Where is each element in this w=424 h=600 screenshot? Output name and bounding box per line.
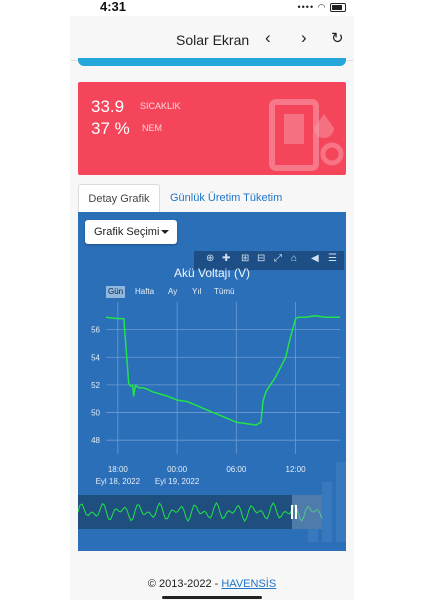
- page-title: Solar Ekran: [176, 32, 250, 48]
- chevron-left-icon[interactable]: ‹: [265, 28, 271, 48]
- temperature-value: 33.9: [91, 97, 125, 116]
- watermark-bar: [336, 462, 346, 542]
- battery-icon: [330, 3, 346, 13]
- status-icons: •••• ◠: [297, 2, 346, 13]
- autoscale-icon[interactable]: ⤢: [274, 253, 282, 264]
- footer-link[interactable]: HAVENSİS: [221, 578, 276, 590]
- home-indicator: [162, 596, 262, 599]
- chart-panel: 48 50 52 54 56 18:00 Eyl 18, 2022 00:00 Eyl 19, …: [78, 212, 346, 551]
- home-icon[interactable]: ⌂: [291, 253, 297, 264]
- tab-detay-grafik[interactable]: Detay Grafik: [78, 184, 160, 213]
- y-tick-label: 50: [91, 409, 100, 418]
- zoom-in-icon[interactable]: ⊞: [241, 253, 249, 264]
- wifi-icon: ◠: [317, 2, 327, 12]
- y-tick-label: 52: [91, 381, 100, 390]
- previous-card-edge: [78, 58, 346, 66]
- x-tick-date: Eyl 19, 2022: [155, 477, 200, 486]
- tab-bar: Detay Grafik Günlük Üretim Tüketim: [78, 184, 346, 213]
- refresh-icon[interactable]: ↻: [331, 29, 344, 47]
- range-tumu[interactable]: Tümü: [212, 286, 236, 298]
- x-tick-date: Eyl 18, 2022: [96, 477, 141, 486]
- y-tick-label: 56: [91, 326, 100, 335]
- compare-icon[interactable]: ☰: [328, 253, 337, 264]
- sensor-card: 33.9 SICAKLIK 37 % NEM: [78, 82, 346, 175]
- voltage-line: [105, 315, 340, 426]
- humidity-value: 37 %: [91, 119, 130, 138]
- chevron-right-icon[interactable]: ›: [301, 28, 307, 48]
- tab-gunluk-uretim-tuketim[interactable]: Günlük Üretim Tüketim: [170, 184, 282, 212]
- caret-down-icon: [161, 230, 169, 234]
- range-ay[interactable]: Ay: [166, 286, 179, 298]
- zoom-icon[interactable]: ⊕: [206, 253, 214, 264]
- x-tick-label: 00:00: [167, 465, 188, 474]
- status-bar: 4:31 •••• ◠: [70, 0, 354, 16]
- watermark-bar: [322, 482, 332, 542]
- status-time: 4:31: [100, 0, 127, 14]
- x-tick-label: 12:00: [286, 465, 307, 474]
- x-tick-label: 18:00: [108, 465, 129, 474]
- footer: © 2013-2022 - HAVENSİS: [70, 578, 354, 590]
- range-gun[interactable]: Gün: [106, 286, 126, 298]
- range-yil[interactable]: Yıl: [190, 286, 203, 298]
- range-slider-handle-left[interactable]: [291, 505, 293, 519]
- thermometer-humidity-icon: [269, 99, 344, 171]
- y-tick-label: 54: [91, 353, 100, 362]
- pan-icon[interactable]: ✚: [222, 253, 230, 264]
- chart-title: Akü Voltajı (V): [173, 266, 251, 280]
- footer-copyright: © 2013-2022 -: [147, 578, 222, 590]
- range-slider-handle-right[interactable]: [295, 505, 297, 519]
- signal-icon: ••••: [297, 2, 315, 12]
- humidity-label: NEM: [142, 123, 162, 133]
- zoom-out-icon[interactable]: ⊟: [257, 253, 265, 264]
- x-tick-label: 06:00: [226, 465, 247, 474]
- chart-select-label: Grafik Seçimi: [94, 226, 160, 238]
- y-tick-label: 48: [91, 436, 100, 445]
- range-hafta[interactable]: Hafta: [133, 286, 156, 298]
- phone-screen: 4:31 •••• ◠ Solar Ekran ‹ › ↻ 33.9 SICAK…: [70, 0, 354, 600]
- chart-select-dropdown[interactable]: Grafik Seçimi: [85, 220, 177, 244]
- temperature-label: SICAKLIK: [140, 101, 181, 111]
- hover-icon[interactable]: ◀: [311, 253, 319, 264]
- navigation-bar: Solar Ekran ‹ › ↻: [70, 16, 354, 61]
